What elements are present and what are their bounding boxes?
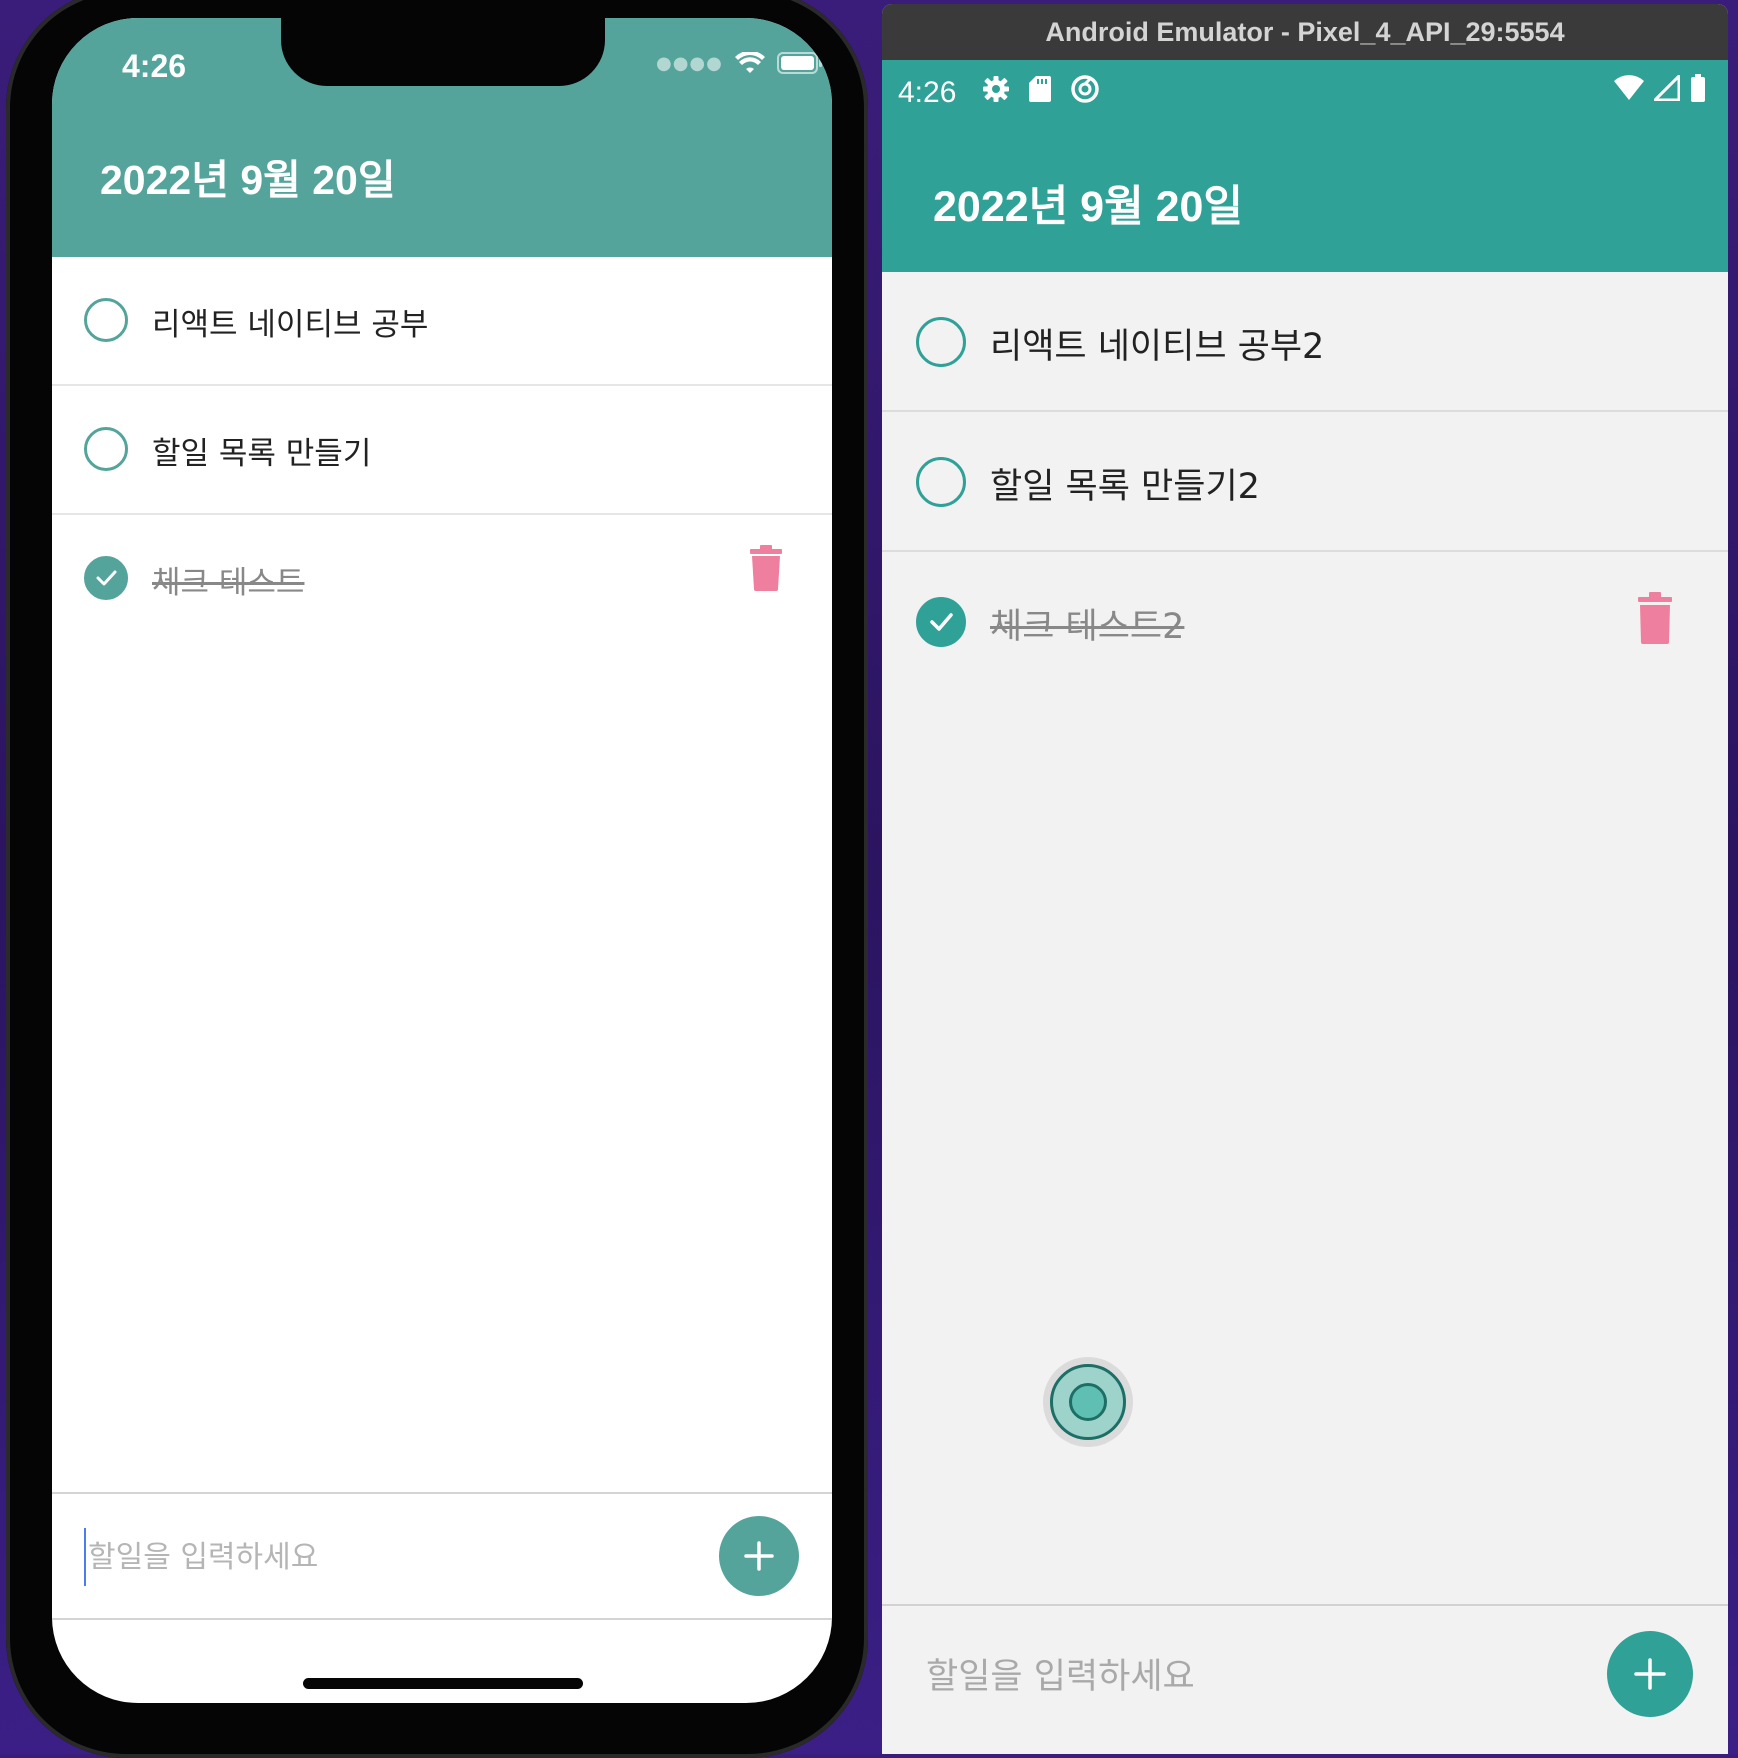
iphone-simulator-frame: 4:26 ●●●● 2022년 9월 20일 리액트 네이티브 공부 할일 목록… bbox=[6, 0, 868, 1758]
todo-text: 할일 목록 만들기2 bbox=[990, 467, 1260, 507]
todo-item: 체크 테스트2 bbox=[882, 552, 1728, 692]
ios-header: 4:26 ●●●● 2022년 9월 20일 bbox=[52, 18, 832, 257]
date-title: 2022년 9월 20일 bbox=[933, 183, 1243, 231]
android-emulator-window: Android Emulator - Pixel_4_API_29:5554 4… bbox=[882, 4, 1728, 1754]
wifi-icon bbox=[1614, 75, 1644, 100]
todo-input[interactable] bbox=[924, 1646, 1528, 1708]
todo-input-bar bbox=[882, 1604, 1728, 1754]
check-icon bbox=[930, 613, 953, 631]
todo-checkbox[interactable] bbox=[84, 427, 128, 471]
todo-item: 할일 목록 만들기 bbox=[52, 386, 832, 515]
todo-text: 리액트 네이티브 공부 bbox=[152, 307, 429, 343]
todo-item: 체크 테스트 bbox=[52, 515, 832, 644]
check-icon bbox=[96, 570, 117, 586]
touch-pointer-indicator bbox=[1043, 1357, 1133, 1447]
todo-item: 할일 목록 만들기2 bbox=[882, 412, 1728, 552]
todo-list: 리액트 네이티브 공부 할일 목록 만들기 체크 테스트 bbox=[52, 257, 832, 644]
plus-icon bbox=[744, 1541, 774, 1571]
todo-text: 할일 목록 만들기 bbox=[152, 436, 372, 472]
todo-checkbox[interactable] bbox=[84, 298, 128, 342]
todo-item: 리액트 네이티브 공부2 bbox=[882, 272, 1728, 412]
iphone-screen: 4:26 ●●●● 2022년 9월 20일 리액트 네이티브 공부 할일 목록… bbox=[52, 18, 832, 1703]
android-status-time: 4:26 bbox=[898, 76, 957, 109]
todo-text: 체크 테스트 bbox=[152, 565, 305, 601]
todo-item: 리액트 네이티브 공부 bbox=[52, 257, 832, 386]
ios-status-icons: ●●●● bbox=[656, 52, 823, 74]
sync-icon bbox=[1071, 75, 1099, 103]
touch-pointer-core bbox=[1069, 1383, 1107, 1421]
todo-list: 리액트 네이티브 공부2 할일 목록 만들기2 체크 테스트2 bbox=[882, 272, 1728, 692]
todo-input-bar bbox=[52, 1492, 832, 1620]
todo-checkbox-checked[interactable] bbox=[84, 556, 128, 600]
battery-icon bbox=[1691, 74, 1705, 102]
trash-icon[interactable] bbox=[748, 545, 784, 591]
settings-icon bbox=[983, 76, 1009, 102]
ios-status-time: 4:26 bbox=[122, 48, 187, 84]
plus-icon bbox=[1634, 1658, 1666, 1690]
android-header: 4:26 2022년 9월 20일 bbox=[882, 60, 1728, 272]
window-titlebar[interactable]: Android Emulator - Pixel_4_API_29:5554 bbox=[882, 4, 1728, 60]
todo-text: 체크 테스트2 bbox=[990, 607, 1185, 647]
touch-pointer-ring bbox=[1050, 1364, 1126, 1440]
todo-text: 리액트 네이티브 공부2 bbox=[990, 327, 1325, 367]
iphone-notch bbox=[281, 18, 605, 86]
signal-icon bbox=[1654, 75, 1680, 101]
date-title: 2022년 9월 20일 bbox=[100, 157, 396, 203]
add-button[interactable] bbox=[1607, 1631, 1693, 1717]
add-button[interactable] bbox=[719, 1516, 799, 1596]
sd-card-icon bbox=[1029, 76, 1051, 102]
todo-checkbox[interactable] bbox=[916, 317, 966, 367]
todo-input[interactable] bbox=[84, 1528, 650, 1586]
todo-checkbox[interactable] bbox=[916, 457, 966, 507]
signal-dots-icon: ●●●● bbox=[656, 52, 723, 74]
todo-checkbox-checked[interactable] bbox=[916, 597, 966, 647]
trash-icon[interactable] bbox=[1636, 592, 1674, 644]
wifi-icon bbox=[734, 52, 765, 73]
battery-icon bbox=[776, 52, 822, 74]
window-title: Android Emulator - Pixel_4_API_29:5554 bbox=[1045, 16, 1565, 47]
android-status-right-icons bbox=[1614, 74, 1706, 102]
home-indicator bbox=[303, 1678, 583, 1689]
android-status-left-icons bbox=[982, 74, 1100, 104]
